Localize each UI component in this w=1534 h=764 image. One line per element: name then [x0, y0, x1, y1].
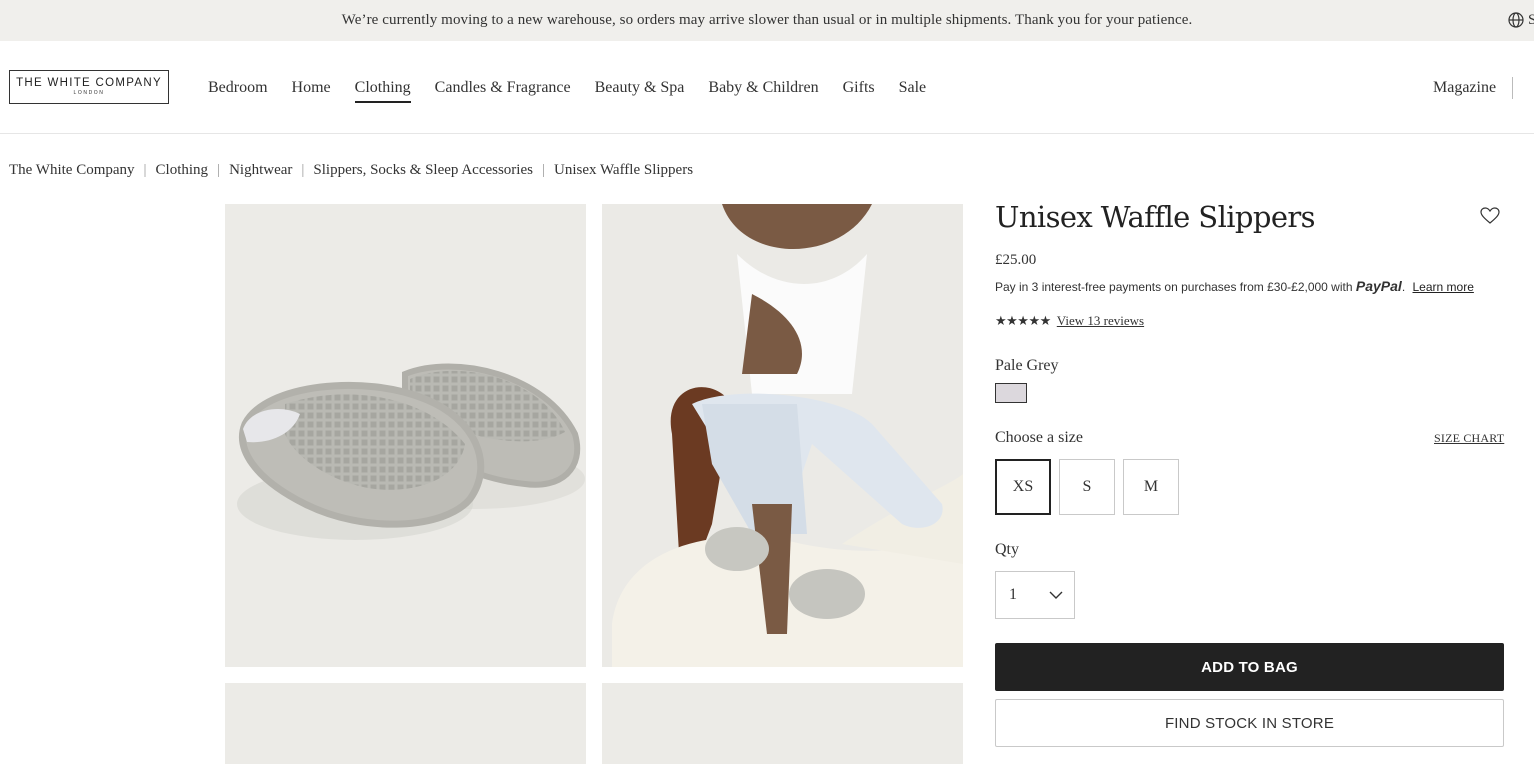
paypal-logo: PayPal: [1355, 278, 1402, 294]
nav-item-gifts[interactable]: Gifts: [843, 79, 875, 103]
nav-item-home[interactable]: Home: [292, 79, 331, 103]
announcement-banner: We’re currently moving to a new warehous…: [0, 0, 1534, 41]
nav-item-sale[interactable]: Sale: [899, 79, 927, 103]
find-stock-in-store-button[interactable]: FIND STOCK IN STORE: [995, 699, 1504, 747]
size-label: Choose a size: [995, 429, 1083, 446]
breadcrumb-separator: |: [301, 162, 305, 178]
nav-item-candles-fragrance[interactable]: Candles & Fragrance: [435, 79, 571, 103]
qty-value: 1: [1009, 586, 1017, 603]
size-option-m[interactable]: M: [1123, 459, 1179, 515]
paypal-learn-more-link[interactable]: Learn more: [1413, 280, 1474, 294]
logo[interactable]: THE WHITE COMPANY LONDON: [9, 70, 169, 104]
product-rating: ★★★★★ View 13 reviews: [995, 313, 1144, 329]
magazine-link[interactable]: Magazine: [1433, 79, 1496, 97]
nav-item-beauty-spa[interactable]: Beauty & Spa: [595, 79, 685, 103]
product-image-3[interactable]: [225, 683, 586, 764]
breadcrumb-item-current: Unisex Waffle Slippers: [553, 162, 694, 178]
breadcrumb-item-home[interactable]: The White Company: [9, 162, 135, 179]
chevron-down-icon: [1049, 591, 1063, 599]
paypal-message: Pay in 3 interest-free payments on purch…: [995, 278, 1474, 294]
nav-item-clothing[interactable]: Clothing: [354, 79, 411, 103]
product-image-4[interactable]: [602, 683, 963, 764]
main-nav: Bedroom Home Clothing Candles & Fragranc…: [208, 79, 926, 103]
breadcrumb-item-slippers[interactable]: Slippers, Socks & Sleep Accessories: [313, 162, 533, 179]
heart-icon[interactable]: [1480, 207, 1500, 225]
globe-icon[interactable]: [1508, 12, 1524, 28]
view-reviews-link[interactable]: View 13 reviews: [1057, 313, 1144, 329]
size-chart-link[interactable]: SIZE CHART: [1434, 431, 1504, 446]
product-image-model[interactable]: [602, 204, 963, 667]
product-image-slippers[interactable]: [225, 204, 586, 667]
logo-wordmark: THE WHITE COMPANY: [16, 77, 162, 89]
region-label[interactable]: S: [1528, 12, 1534, 29]
banner-message: We’re currently moving to a new warehous…: [341, 12, 1193, 28]
colour-swatch-pale-grey[interactable]: [995, 383, 1027, 403]
slippers-illustration: [237, 363, 585, 540]
site-header: THE WHITE COMPANY LONDON Bedroom Home Cl…: [0, 41, 1534, 134]
breadcrumb-item-clothing[interactable]: Clothing: [156, 162, 209, 179]
logo-subtitle: LONDON: [73, 90, 105, 96]
product-price: £25.00: [995, 252, 1037, 268]
colour-name: Pale Grey: [995, 357, 1059, 374]
star-icon: ★★★★★: [995, 313, 1051, 328]
breadcrumb: The White Company | Clothing | Nightwear…: [9, 162, 693, 179]
breadcrumb-item-nightwear[interactable]: Nightwear: [229, 162, 292, 179]
model-illustration: [602, 204, 963, 667]
breadcrumb-separator: |: [541, 162, 545, 178]
paypal-text: Pay in 3 interest-free payments on purch…: [995, 280, 1353, 294]
breadcrumb-separator: |: [217, 162, 221, 178]
qty-label: Qty: [995, 541, 1019, 558]
breadcrumb-separator: |: [143, 162, 147, 178]
product-title: Unisex Waffle Slippers: [995, 200, 1316, 234]
add-to-bag-button[interactable]: ADD TO BAG: [995, 643, 1504, 691]
nav-item-bedroom[interactable]: Bedroom: [208, 79, 268, 103]
nav-item-baby-children[interactable]: Baby & Children: [708, 79, 818, 103]
size-option-s[interactable]: S: [1059, 459, 1115, 515]
size-option-xs[interactable]: XS: [995, 459, 1051, 515]
header-divider: [1512, 77, 1513, 99]
qty-select[interactable]: 1: [995, 571, 1075, 619]
